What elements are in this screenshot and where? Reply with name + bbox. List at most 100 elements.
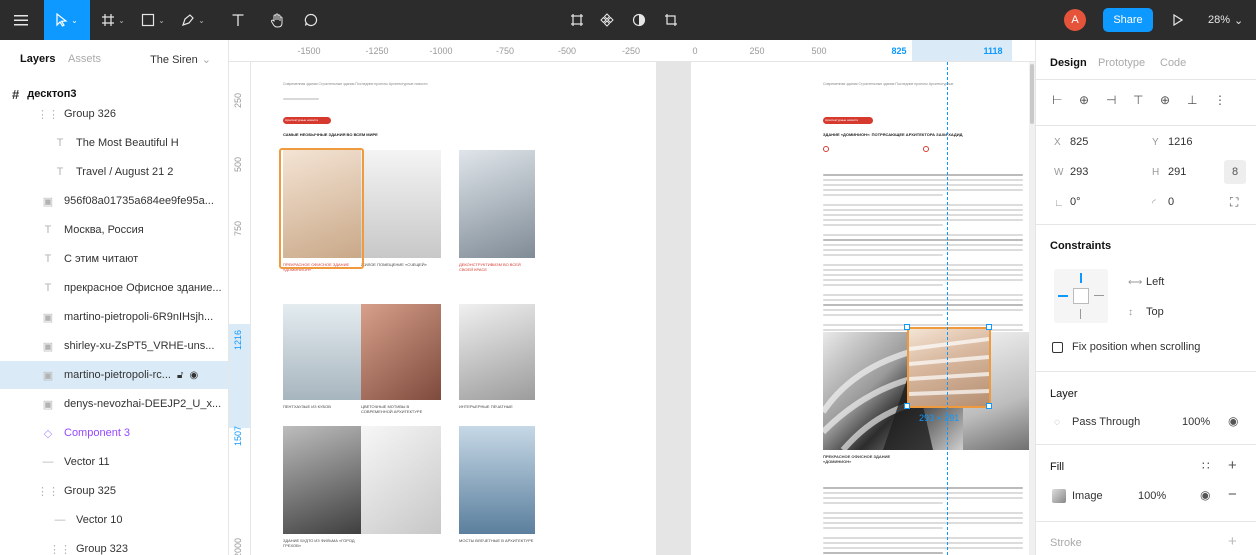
desktop-frame-left[interactable]: Современная здания Строительные здания П… (251, 62, 656, 555)
gallery-image[interactable] (459, 304, 535, 400)
layer-label: martino-pietropoli-rc... (64, 369, 171, 381)
tab-prototype[interactable]: Prototype (1098, 57, 1145, 69)
layer-opacity-input[interactable]: 100% (1182, 416, 1210, 428)
y-input[interactable]: 1216 (1168, 136, 1192, 148)
user-avatar[interactable]: A (1064, 9, 1086, 31)
gallery-image[interactable] (361, 150, 441, 258)
unlock-icon[interactable]: 🔓︎ (177, 370, 183, 381)
gallery-image[interactable] (361, 426, 441, 534)
eye-icon[interactable]: ◉ (189, 370, 198, 381)
rotation-input[interactable]: 0° (1070, 196, 1081, 208)
align-center-h-icon[interactable]: ⊕ (1079, 93, 1089, 107)
visibility-eye-icon[interactable]: ◉ (1228, 414, 1238, 428)
fill-type-label[interactable]: Image (1072, 490, 1103, 502)
frame-tool-button[interactable]: ⌄ (96, 0, 130, 40)
layer-row[interactable]: T Travel / August 21 2 (0, 158, 228, 186)
layer-row[interactable]: — Vector 10 (0, 506, 228, 534)
height-input[interactable]: 291 (1168, 166, 1186, 178)
x-input[interactable]: 825 (1070, 136, 1088, 148)
resize-handle[interactable] (986, 403, 992, 409)
tab-code[interactable]: Code (1160, 57, 1186, 69)
layer-label: Москва, Россия (64, 224, 144, 236)
gallery-image[interactable] (361, 304, 441, 400)
fix-position-checkbox[interactable] (1052, 342, 1063, 353)
gallery-image[interactable] (283, 304, 361, 400)
ruler-tick-label: -1250 (365, 46, 389, 56)
group-icon: ⋮⋮ (49, 543, 71, 555)
blend-mode-select[interactable]: Pass Through (1072, 416, 1140, 428)
layer-row[interactable]: Tпрекрасное Офисное здание... (0, 274, 228, 302)
layer-row[interactable]: — Vector 11 (0, 448, 228, 476)
gallery-image[interactable] (283, 426, 361, 534)
move-tool-button[interactable]: ⌄ (44, 0, 90, 40)
zoom-dropdown[interactable]: 28% ⌄ (1208, 0, 1243, 40)
page-selector[interactable]: The Siren ⌄ (150, 53, 211, 66)
resize-handle[interactable] (904, 324, 910, 330)
layer-row[interactable]: ▣ martino-pietropoli-rc... 🔓︎ ◉ (0, 361, 228, 389)
corner-radius-input[interactable]: 0 (1168, 196, 1174, 208)
align-top-icon[interactable]: ⊤ (1133, 93, 1143, 107)
text-line (823, 284, 943, 286)
layer-label: martino-pietropoli-6R9nIHsjh... (64, 311, 214, 323)
rectangle-icon (142, 13, 155, 27)
present-play-icon[interactable] (1170, 0, 1186, 40)
tab-assets[interactable]: Assets (68, 53, 101, 65)
shape-tool-button[interactable]: ⌄ (136, 0, 170, 40)
layer-row[interactable]: T С этим читают (0, 245, 228, 273)
tab-layers[interactable]: Layers (20, 53, 55, 65)
resize-handle[interactable] (986, 324, 992, 330)
layer-row[interactable]: ⋮⋮ Group 325 (0, 477, 228, 505)
layer-row[interactable]: ⋮⋮ Group 323 (0, 535, 228, 555)
remove-fill-icon[interactable]: − (1228, 486, 1237, 503)
style-grid-icon[interactable]: ∷ (1202, 459, 1210, 473)
layer-row[interactable]: T The Most Beautiful H (0, 129, 228, 157)
gallery-image[interactable] (459, 426, 535, 534)
constraints-widget[interactable] (1054, 269, 1108, 323)
vector-icon: — (54, 514, 66, 526)
resize-to-fit-icon[interactable] (566, 0, 588, 40)
text-line (823, 194, 943, 196)
horizontal-constraint-select[interactable]: Left (1146, 276, 1164, 288)
align-center-v-icon[interactable]: ⊕ (1160, 93, 1170, 107)
canvas[interactable]: Современная здания Строительные здания П… (251, 62, 1035, 555)
main-menu-icon[interactable] (10, 0, 32, 40)
text-line (823, 239, 1023, 241)
desktop-frame-right[interactable]: Современная здания Строительные здания П… (691, 62, 1035, 555)
hand-tool-icon[interactable] (266, 0, 288, 40)
independent-corners-icon[interactable]: ⛶ (1230, 195, 1238, 210)
layer-row[interactable]: ⋮⋮ Group 326 (0, 100, 228, 128)
fill-opacity-input[interactable]: 100% (1138, 490, 1166, 502)
constrain-proportions-icon[interactable]: 8 (1224, 160, 1246, 184)
gallery-image[interactable] (459, 150, 535, 258)
vertical-constraint-select[interactable]: Top (1146, 306, 1164, 318)
add-stroke-icon[interactable]: + (1228, 533, 1237, 550)
breadcrumb: Современная здания Строительные здания П… (823, 82, 954, 86)
layer-row[interactable]: ▣ 956f08a01735a684ee9fe95a... (0, 187, 228, 215)
comment-tool-icon[interactable] (300, 0, 322, 40)
distribute-icon[interactable]: ⋮ (1214, 93, 1226, 107)
chevron-down-icon: ⌄ (1234, 14, 1244, 27)
width-input[interactable]: 293 (1070, 166, 1088, 178)
mask-icon[interactable] (628, 0, 650, 40)
align-right-icon[interactable]: ⊣ (1106, 93, 1116, 107)
vertical-ruler: 250 500 750 1216 1507 2000 (229, 62, 251, 555)
align-left-icon[interactable]: ⊢ (1052, 93, 1062, 107)
layer-row[interactable]: ▣ martino-pietropoli-6R9nIHsjh... (0, 303, 228, 331)
image-fill-swatch[interactable] (1052, 489, 1066, 503)
align-bottom-icon[interactable]: ⊥ (1187, 93, 1197, 107)
fill-visibility-eye-icon[interactable]: ◉ (1200, 488, 1210, 502)
component-tool-icon[interactable] (596, 0, 618, 40)
layer-row[interactable]: ▣ shirley-xu-ZsPT5_VRHE-uns... (0, 332, 228, 360)
resize-handle[interactable] (904, 403, 910, 409)
layer-row[interactable]: ◇ Component 3 (0, 419, 228, 447)
add-fill-icon[interactable]: + (1228, 457, 1237, 474)
stroke-title: Stroke (1050, 537, 1082, 549)
divider (1036, 371, 1256, 372)
layer-row[interactable]: ▣ denys-nevozhai-DEEJP2_U_x... (0, 390, 228, 418)
crop-icon[interactable] (660, 0, 682, 40)
pen-tool-button[interactable]: ⌄ (176, 0, 210, 40)
layer-row[interactable]: T Москва, Россия (0, 216, 228, 244)
tab-design[interactable]: Design (1050, 57, 1087, 69)
text-tool-icon[interactable] (228, 0, 248, 40)
share-button[interactable]: Share (1103, 8, 1153, 32)
